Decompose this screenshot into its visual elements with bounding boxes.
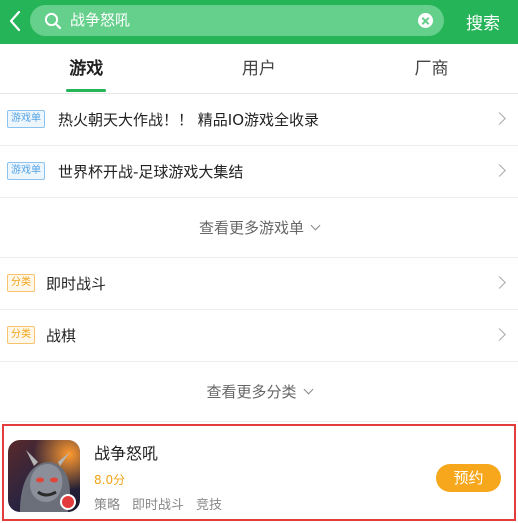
search-input[interactable]	[70, 5, 400, 36]
more-game-lists-link[interactable]: 查看更多游戏单	[0, 198, 518, 258]
chevron-right-icon	[493, 112, 506, 125]
category-item[interactable]: 分类 即时战斗	[0, 258, 518, 310]
game-tag: 即时战斗	[132, 498, 185, 513]
back-button[interactable]	[4, 8, 26, 34]
tab-label: 厂商	[414, 59, 449, 79]
game-list-title: 世界杯开战-足球游戏大集结	[58, 163, 244, 181]
tab-label: 游戏	[69, 59, 104, 79]
search-button[interactable]: 搜索	[466, 9, 500, 34]
chevron-right-icon	[493, 164, 506, 177]
game-tag: 策略	[94, 498, 121, 513]
search-box[interactable]	[30, 5, 444, 36]
game-list-item[interactable]: 游戏单 热火朝天大作战！！ 精品IO游戏全收录	[0, 94, 518, 146]
category-tag: 分类	[7, 326, 35, 344]
more-categories-label: 查看更多分类	[206, 383, 297, 401]
tab-bar: 游戏 用户 厂商	[0, 44, 518, 94]
category-item[interactable]: 分类 战棋	[0, 310, 518, 362]
game-list-tag: 游戏单	[7, 162, 45, 180]
tab-users[interactable]: 用户	[173, 44, 346, 93]
tab-label: 用户	[241, 59, 276, 79]
top-bar: 搜索	[0, 0, 518, 44]
active-tab-indicator	[66, 89, 106, 92]
game-tags: 策略 即时战斗 竞技	[94, 494, 222, 513]
chevron-down-icon	[303, 384, 313, 395]
category-tag: 分类	[7, 274, 35, 292]
category-title: 战棋	[46, 327, 77, 345]
search-icon	[44, 12, 62, 30]
game-list-item[interactable]: 游戏单 世界杯开战-足球游戏大集结	[0, 146, 518, 198]
game-art-icon	[8, 440, 80, 512]
chevron-right-icon	[493, 328, 506, 341]
game-title: 战争怒吼	[94, 444, 159, 463]
tab-games[interactable]: 游戏	[0, 44, 173, 93]
chevron-down-icon	[310, 220, 321, 231]
category-title: 即时战斗	[46, 275, 107, 293]
game-score: 8.0分	[94, 473, 126, 487]
game-list-title: 热火朝天大作战！！ 精品IO游戏全收录	[58, 111, 320, 129]
more-game-lists-label: 查看更多游戏单	[198, 219, 304, 237]
clear-icon[interactable]	[418, 13, 433, 28]
chevron-left-icon	[9, 10, 21, 32]
game-icon[interactable]	[8, 440, 80, 512]
chevron-right-icon	[493, 276, 506, 289]
more-categories-link[interactable]: 查看更多分类	[0, 362, 518, 422]
reserve-button[interactable]: 预约	[436, 464, 501, 492]
game-result-card[interactable]: 战争怒吼 8.0分 策略 即时战斗 竞技 预约	[2, 424, 516, 521]
tab-vendors[interactable]: 厂商	[345, 44, 518, 93]
game-list-tag: 游戏单	[7, 110, 45, 128]
game-tag: 竞技	[196, 498, 223, 513]
